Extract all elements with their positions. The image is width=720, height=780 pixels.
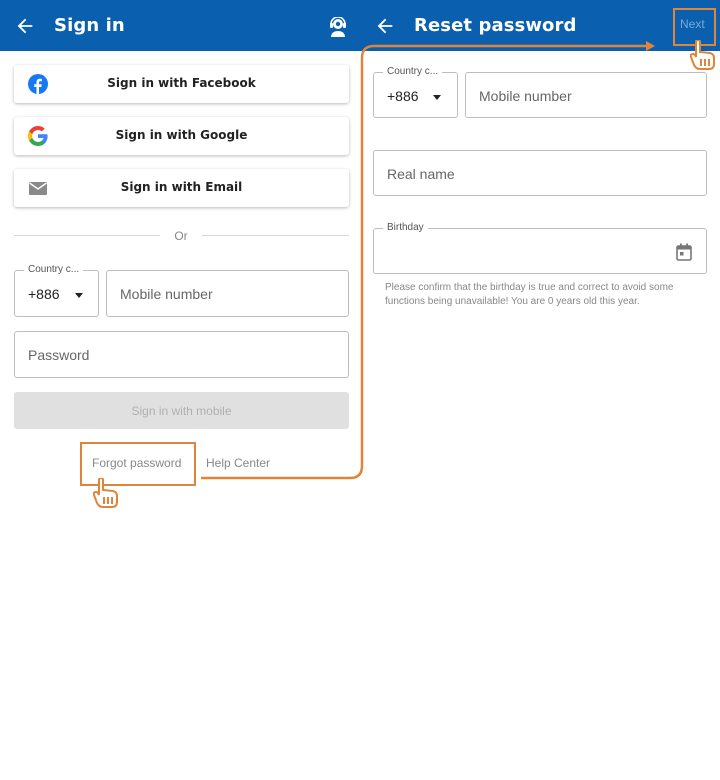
- google-signin-label: Sign in with Google: [115, 128, 248, 142]
- password-input[interactable]: Password: [14, 331, 349, 378]
- calendar-icon[interactable]: [676, 243, 692, 261]
- pointer-hand-icon: [93, 478, 118, 508]
- back-arrow-icon[interactable]: [374, 15, 396, 37]
- help-center-link[interactable]: Help Center: [206, 456, 270, 470]
- real-name-input[interactable]: Real name: [373, 150, 707, 196]
- email-signin-label: Sign in with Email: [120, 180, 243, 194]
- password-placeholder: Password: [28, 347, 90, 363]
- divider-right: [202, 235, 349, 236]
- mobile-number-placeholder: Mobile number: [479, 88, 572, 104]
- country-code-select[interactable]: Country c... +886: [373, 66, 458, 118]
- country-code-value: +886: [387, 88, 419, 104]
- sign-in-app-bar: Sign in: [0, 0, 360, 51]
- email-signin-button[interactable]: Sign in with Email: [14, 169, 349, 207]
- sign-in-screen: Sign in Sign in with Facebook Sign in wi…: [0, 0, 360, 780]
- real-name-placeholder: Real name: [387, 166, 455, 182]
- birthday-hint-text: Please confirm that the birthday is true…: [385, 282, 674, 307]
- forgot-password-link[interactable]: Forgot password: [92, 456, 181, 470]
- divider-left: [14, 235, 160, 236]
- sign-in-with-mobile-button[interactable]: Sign in with mobile: [14, 392, 349, 429]
- birthday-input[interactable]: Birthday: [373, 222, 707, 274]
- birthday-label: Birthday: [383, 222, 428, 233]
- sign-in-with-mobile-label: Sign in with mobile: [131, 404, 232, 418]
- or-separator: Or: [174, 229, 188, 243]
- reset-password-screen: Reset password Next Country c... +886 Mo…: [360, 0, 720, 780]
- country-code-label: Country c...: [383, 66, 443, 77]
- pointer-hand-icon: [690, 40, 715, 70]
- dropdown-caret-icon: [433, 95, 441, 100]
- page-title: Reset password: [414, 15, 577, 36]
- facebook-signin-button[interactable]: Sign in with Facebook: [14, 65, 349, 103]
- reset-password-app-bar: Reset password Next: [360, 0, 720, 51]
- country-code-label: Country c...: [24, 264, 84, 275]
- mobile-number-input[interactable]: Mobile number: [465, 72, 707, 118]
- back-arrow-icon[interactable]: [14, 15, 36, 37]
- dropdown-caret-icon: [75, 293, 83, 298]
- mobile-number-input[interactable]: Mobile number: [106, 270, 349, 317]
- country-code-select[interactable]: Country c... +886: [14, 264, 99, 317]
- page-title: Sign in: [54, 15, 125, 36]
- mobile-number-placeholder: Mobile number: [120, 286, 213, 302]
- google-signin-button[interactable]: Sign in with Google: [14, 117, 349, 155]
- support-agent-icon[interactable]: [329, 17, 347, 37]
- facebook-signin-label: Sign in with Facebook: [107, 76, 256, 90]
- country-code-value: +886: [28, 286, 60, 302]
